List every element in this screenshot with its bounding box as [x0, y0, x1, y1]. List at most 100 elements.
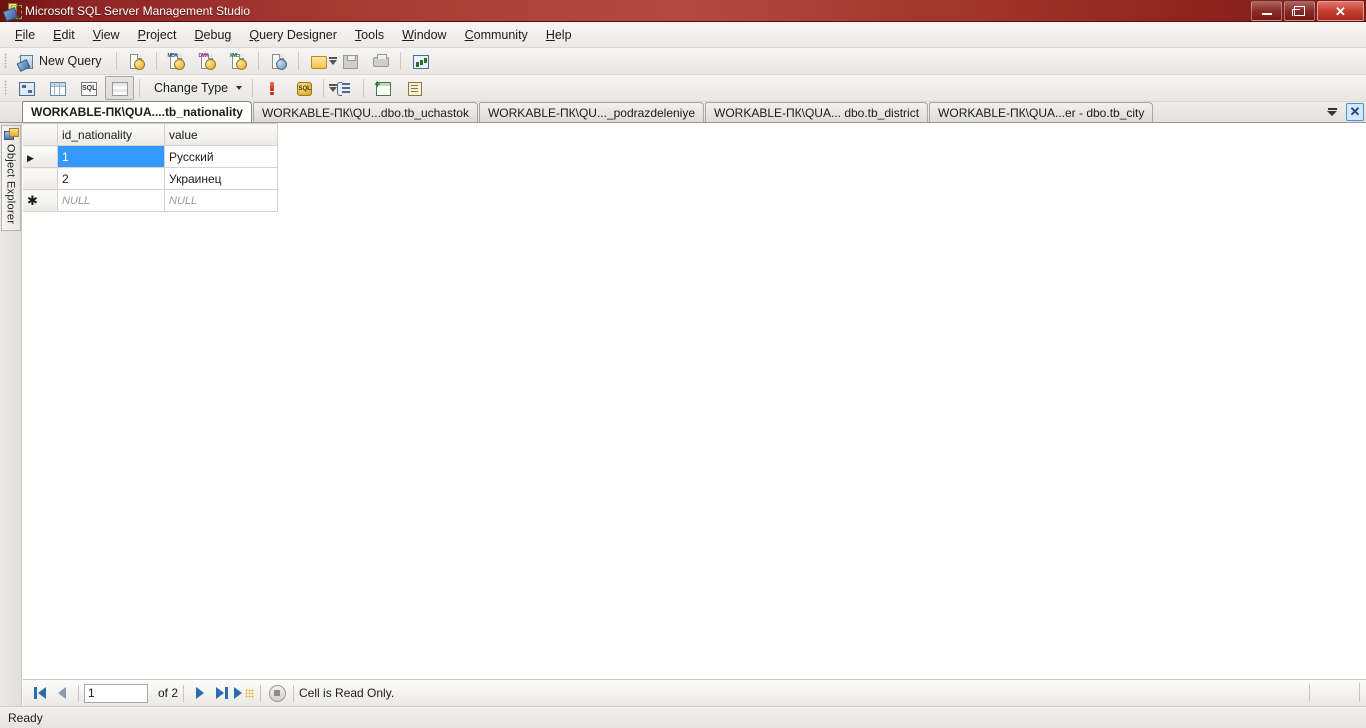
active-files-dropdown-icon[interactable]: [1324, 104, 1340, 120]
show-criteria-pane-button[interactable]: [43, 76, 72, 100]
execute-sql-icon: [264, 80, 281, 97]
table-row-new[interactable]: ✱ NULL NULL: [23, 189, 278, 212]
move-last-button[interactable]: [211, 683, 233, 703]
table-row[interactable]: 2 Украинец: [23, 167, 278, 190]
cell-value[interactable]: Русский: [164, 145, 278, 168]
cell-id-nationality[interactable]: 2: [57, 167, 165, 190]
move-next-icon: [196, 687, 205, 699]
new-analysis-services-mdx-query-icon: MDX: [168, 53, 185, 70]
menu-tools[interactable]: Tools: [346, 25, 393, 45]
stop-icon: [268, 684, 286, 702]
new-dmx-query-button[interactable]: DMX: [193, 49, 222, 73]
window-controls: ✕: [1251, 1, 1364, 21]
print-button[interactable]: [366, 49, 395, 73]
add-table-button[interactable]: [369, 76, 398, 100]
row-selector-current[interactable]: ▶: [23, 145, 58, 168]
grid-header-value[interactable]: value: [164, 123, 278, 146]
menu-community[interactable]: Community: [456, 25, 537, 45]
document-tab-0[interactable]: WORKABLE-ПК\QUA....tb_nationality: [22, 101, 252, 122]
menu-project[interactable]: Project: [129, 25, 186, 45]
menu-view-label: iew: [100, 27, 120, 42]
menu-file[interactable]: File: [6, 25, 44, 45]
menu-query-designer[interactable]: Query Designer: [240, 25, 346, 45]
print-icon: [372, 53, 389, 70]
row-selector-new[interactable]: ✱: [23, 189, 58, 212]
object-explorer-label: Object Explorer: [4, 144, 17, 225]
menu-help[interactable]: Help: [537, 25, 581, 45]
cell-value[interactable]: NULL: [164, 189, 278, 212]
document-tab-2[interactable]: WORKABLE-ПК\QU..._podrazdeleniye: [478, 102, 705, 122]
close-document-icon[interactable]: ✕: [1346, 103, 1364, 121]
move-next-button[interactable]: [189, 683, 211, 703]
new-sql-server-compact-query-button[interactable]: [264, 49, 293, 73]
object-explorer-tab[interactable]: Object Explorer: [0, 125, 21, 232]
menu-edit[interactable]: Edit: [44, 25, 84, 45]
status-bar-text: Ready: [8, 710, 43, 725]
show-results-pane-icon: [111, 80, 128, 97]
show-diagram-pane-button[interactable]: [12, 76, 41, 100]
standard-toolbar-overflow[interactable]: [326, 50, 340, 72]
table-row[interactable]: ▶ 1 Русский: [23, 145, 278, 168]
query-designer-toolbar-overflow[interactable]: [326, 77, 340, 99]
toolbar-separator: [257, 52, 259, 70]
show-sql-pane-icon: SQL: [80, 80, 97, 97]
verify-sql-syntax-button[interactable]: SQL: [289, 76, 318, 100]
grid-header-id-nationality[interactable]: id_nationality: [57, 123, 165, 146]
menu-window[interactable]: Window: [393, 25, 455, 45]
toolbar-grip[interactable]: [4, 80, 7, 96]
menu-community-label: ommunity: [473, 27, 528, 42]
results-grid[interactable]: id_nationality value ▶ 1 Русский 2 Украи…: [23, 123, 278, 212]
nav-separator: [1359, 683, 1360, 702]
toolbar-separator: [139, 79, 140, 97]
show-results-pane-button[interactable]: [105, 76, 134, 100]
restore-button[interactable]: [1284, 1, 1315, 21]
toolbar-separator: [155, 52, 157, 70]
change-type-button[interactable]: Change Type: [145, 76, 247, 100]
menu-view[interactable]: View: [84, 25, 129, 45]
nav-separator: [78, 684, 79, 702]
stop-button[interactable]: [266, 683, 288, 703]
property-pages-button[interactable]: [400, 76, 429, 100]
document-tab-3[interactable]: WORKABLE-ПК\QUA... dbo.tb_district: [705, 102, 929, 122]
execute-sql-button[interactable]: [258, 76, 287, 100]
document-tab-4[interactable]: WORKABLE-ПК\QUA...er - dbo.tb_city: [929, 102, 1154, 122]
row-selector[interactable]: [23, 167, 58, 190]
cell-value[interactable]: Украинец: [164, 167, 278, 190]
query-designer-toolbar: SQL Change Type SQL: [0, 75, 1366, 102]
cell-id-nationality[interactable]: 1: [57, 145, 165, 168]
cell-id-nationality[interactable]: NULL: [57, 189, 165, 212]
toolbar-grip[interactable]: [4, 53, 7, 69]
move-first-icon: [34, 687, 46, 699]
activity-monitor-button[interactable]: [406, 49, 435, 73]
menu-bar: File Edit View Project Debug Query Desig…: [0, 22, 1366, 48]
move-first-button[interactable]: [29, 683, 51, 703]
minimize-button[interactable]: [1251, 1, 1282, 21]
toolbar-separator: [252, 79, 254, 97]
open-file-icon: [310, 53, 327, 70]
document-tab-label: WORKABLE-ПК\QUA... dbo.tb_district: [714, 105, 920, 120]
add-table-icon: [374, 79, 392, 97]
move-previous-button[interactable]: [51, 683, 73, 703]
main-body: Object Explorer id_nationality value ▶ 1…: [0, 123, 1366, 706]
current-row-input[interactable]: [84, 683, 148, 703]
standard-toolbar: ✦ New Query MDX DMX XML: [0, 48, 1366, 75]
results-grid-pane[interactable]: id_nationality value ▶ 1 Русский 2 Украи…: [23, 123, 1366, 679]
new-query-label: New Query: [39, 54, 102, 68]
grid-status-text: Cell is Read Only.: [299, 686, 395, 700]
grid-header-selector[interactable]: [23, 123, 58, 146]
new-xmla-query-button[interactable]: XML: [224, 49, 253, 73]
new-database-engine-query-button[interactable]: [122, 49, 151, 73]
close-button[interactable]: ✕: [1317, 1, 1364, 21]
menu-debug[interactable]: Debug: [186, 25, 241, 45]
move-to-new-row-button[interactable]: [233, 683, 255, 703]
new-database-engine-query-icon: [128, 53, 145, 70]
nav-separator: [260, 684, 262, 702]
object-explorer-icon: [3, 128, 19, 141]
new-analysis-services-dmx-query-icon: DMX: [199, 53, 216, 70]
toolbar-separator: [115, 52, 117, 70]
show-sql-pane-button[interactable]: SQL: [74, 76, 103, 100]
new-query-button[interactable]: ✦ New Query: [12, 49, 111, 73]
document-tab-1[interactable]: WORKABLE-ПК\QU...dbo.tb_uchastok: [252, 102, 478, 122]
new-mdx-query-button[interactable]: MDX: [162, 49, 191, 73]
grid-header-row: id_nationality value: [23, 123, 278, 146]
